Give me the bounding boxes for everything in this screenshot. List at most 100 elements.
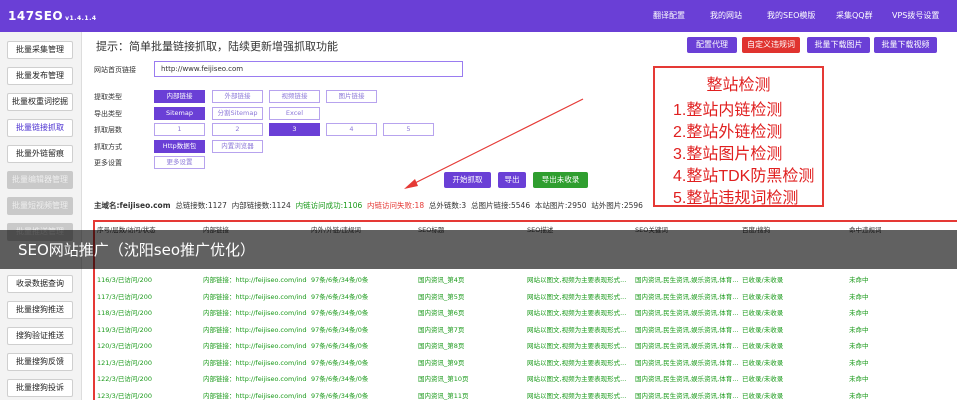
- sidebar-item-collect[interactable]: 批量采集管理: [7, 41, 73, 59]
- cell-link: 内部链接：http://feijiseo.com/index.ph: [203, 325, 307, 334]
- cell-title: 国内资讯_第8页: [418, 342, 465, 350]
- cell-desc: 网站以图文,视频为主要表现形式...: [527, 375, 627, 383]
- opt-excel[interactable]: Excel: [269, 107, 320, 120]
- sidebar-item-sogou-complaint[interactable]: 批量搜狗投诉: [7, 379, 73, 397]
- annotation-item: 2.整站外链检测: [673, 124, 783, 141]
- cell-title: 国内资讯_第5页: [418, 292, 465, 301]
- download-images-button[interactable]: 批量下载图片: [807, 37, 870, 53]
- crawl-method-label: 抓取方式: [94, 143, 122, 151]
- sidebar-item-sogou-feedback[interactable]: 批量搜狗反馈: [7, 353, 73, 371]
- logo-text: 147SEO: [8, 9, 64, 23]
- caption-text: SEO网站推广（沈阳seo推广优化）: [18, 241, 256, 259]
- more-settings-button[interactable]: 更多设置: [154, 156, 205, 169]
- cell-desc: 网站以图文,视频为主要表现形式...: [527, 309, 627, 317]
- cell-banned: 未命中: [849, 276, 869, 284]
- export-button[interactable]: 导出: [498, 172, 526, 188]
- site-images: 本站图片:2950: [534, 201, 587, 210]
- cell-banned: 未命中: [849, 292, 869, 301]
- nav-translation-config[interactable]: 翻译配置: [653, 10, 685, 21]
- cell-banned: 未命中: [849, 358, 869, 367]
- opt-split-sitemap[interactable]: 分割Sitemap: [212, 107, 263, 120]
- cell-link: 内部链接：http://feijiseo.com/index.ph: [203, 391, 307, 400]
- sidebar-item-backlinks[interactable]: 批量外链留痕: [7, 145, 73, 163]
- opt-video-links[interactable]: 视频链接: [269, 90, 320, 103]
- sidebar-item-editor[interactable]: 批量编辑器管理: [7, 171, 73, 189]
- start-crawl-button[interactable]: 开始抓取: [444, 172, 491, 188]
- failed-count: 内链访问失败:18: [367, 201, 425, 210]
- sidebar-item-sogou-push[interactable]: 批量搜狗推送: [7, 301, 73, 319]
- caption-overlay: SEO网站推广（沈阳seo推广优化）: [0, 230, 957, 269]
- nav-my-sites[interactable]: 我的网站: [710, 10, 742, 21]
- cell-desc: 网站以图文,视频为主要表现形式...: [527, 276, 627, 284]
- custom-banned-words-button[interactable]: 自定义违规词: [742, 37, 800, 53]
- cell-link: 内部链接：http://feijiseo.com/index.ph: [203, 358, 307, 367]
- nav-qq-group[interactable]: 采集QQ群: [836, 10, 873, 21]
- url-label: 网站首页链接: [94, 66, 136, 74]
- nav-seo-template[interactable]: 我的SEO模版: [767, 10, 815, 21]
- cell-index: 119/3/已访问/200: [97, 325, 153, 334]
- cell-index-status: 已收录/未收录: [742, 276, 784, 284]
- cell-banned: 未命中: [849, 391, 869, 400]
- sidebar-item-link-crawl[interactable]: 批量链接抓取: [7, 119, 73, 137]
- cell-banned: 未命中: [849, 342, 869, 350]
- download-videos-button[interactable]: 批量下载视频: [874, 37, 937, 53]
- cell-link: 内部链接：http://feijiseo.com/index.ph: [203, 342, 307, 350]
- cell-counts: 97条/6条/34条/0条: [311, 292, 369, 301]
- cell-index: 118/3/已访问/200: [97, 309, 153, 317]
- cell-desc: 网站以图文,视频为主要表现形式...: [527, 391, 627, 400]
- cell-counts: 97条/6条/34条/0条: [311, 309, 369, 317]
- cell-title: 国内资讯_第10页: [418, 375, 469, 383]
- cell-link: 内部链接：http://feijiseo.com/index.ph: [203, 375, 307, 383]
- total-images: 总图片链接:5546: [470, 201, 531, 210]
- opt-depth-1[interactable]: 1: [154, 123, 205, 136]
- sidebar-item-keywords[interactable]: 批量权重词挖掘: [7, 93, 73, 111]
- crawl-stats: 主域名:feijiseo.com 总链接数:1127 内部链接数:1124 内链…: [94, 200, 643, 211]
- homepage-url-input[interactable]: [154, 61, 463, 77]
- cell-keywords: 国内资讯,民生资讯,娱乐资讯,体育...: [635, 391, 739, 400]
- nav-vps-dial[interactable]: VPS拨号设置: [892, 10, 939, 21]
- cell-index: 123/3/已访问/200: [97, 391, 153, 400]
- cell-index-status: 已收录/未收录: [742, 309, 784, 317]
- annotation-title: 整站检测: [706, 77, 771, 94]
- annotation-box: 整站检测 1.整站内链检测 2.整站外链检测 3.整站图片检测 4.整站TDK防…: [653, 66, 824, 207]
- cell-link: 内部链接：http://feijiseo.com/index.ph: [203, 292, 307, 301]
- cell-link: 内部链接：http://feijiseo.com/index.ph: [203, 309, 307, 317]
- opt-http-packet[interactable]: Http数据包: [154, 140, 205, 153]
- cell-keywords: 国内资讯,民生资讯,娱乐资讯,体育...: [635, 276, 739, 284]
- opt-depth-4[interactable]: 4: [326, 123, 377, 136]
- cell-index-status: 已收录/未收录: [742, 342, 784, 350]
- domain-value: feijiseo.com: [119, 201, 171, 210]
- sidebar-item-index-query[interactable]: 收录数据查询: [7, 275, 73, 293]
- opt-image-links[interactable]: 图片链接: [326, 90, 377, 103]
- cell-title: 国内资讯_第7页: [418, 325, 465, 334]
- app-version: v1.4.1.4: [65, 15, 97, 22]
- cell-title: 国内资讯_第6页: [418, 309, 465, 317]
- cell-index: 117/3/已访问/200: [97, 292, 153, 301]
- more-settings-label: 更多设置: [94, 159, 122, 167]
- opt-external-links[interactable]: 外部链接: [212, 90, 263, 103]
- offsite-images: 站外图片:2596: [591, 201, 643, 210]
- opt-internal-links[interactable]: 内部链接: [154, 90, 205, 103]
- sidebar-item-publish[interactable]: 批量发布管理: [7, 67, 73, 85]
- sidebar-item-short-video[interactable]: 批量短视频管理: [7, 197, 73, 215]
- opt-depth-5[interactable]: 5: [383, 123, 434, 136]
- opt-depth-3[interactable]: 3: [269, 123, 320, 136]
- opt-depth-2[interactable]: 2: [212, 123, 263, 136]
- cell-banned: 未命中: [849, 325, 869, 334]
- cell-index-status: 已收录/未收录: [742, 358, 784, 367]
- sidebar-item-sogou-verify[interactable]: 搜狗验证推送: [7, 327, 73, 345]
- cell-keywords: 国内资讯,民生资讯,娱乐资讯,体育...: [635, 375, 739, 383]
- top-bar: 147SEO v1.4.1.4 翻译配置 我的网站 我的SEO模版 采集QQ群 V…: [0, 0, 957, 32]
- cell-desc: 网站以图文,视频为主要表现形式...: [527, 325, 627, 334]
- cell-banned: 未命中: [849, 309, 869, 317]
- proxy-config-button[interactable]: 配置代理: [687, 37, 737, 53]
- crawl-depth-label: 抓取层数: [94, 126, 122, 134]
- export-unindexed-button[interactable]: 导出未收录: [533, 172, 588, 188]
- cell-keywords: 国内资讯,民生资讯,娱乐资讯,体育...: [635, 325, 739, 334]
- opt-sitemap[interactable]: Sitemap: [154, 107, 205, 120]
- cell-index-status: 已收录/未收录: [742, 375, 784, 383]
- cell-counts: 97条/6条/34条/0条: [311, 375, 369, 383]
- cell-desc: 网站以图文,视频为主要表现形式...: [527, 342, 627, 350]
- opt-builtin-browser[interactable]: 内置浏览器: [212, 140, 263, 153]
- cell-index: 116/3/已访问/200: [97, 276, 153, 284]
